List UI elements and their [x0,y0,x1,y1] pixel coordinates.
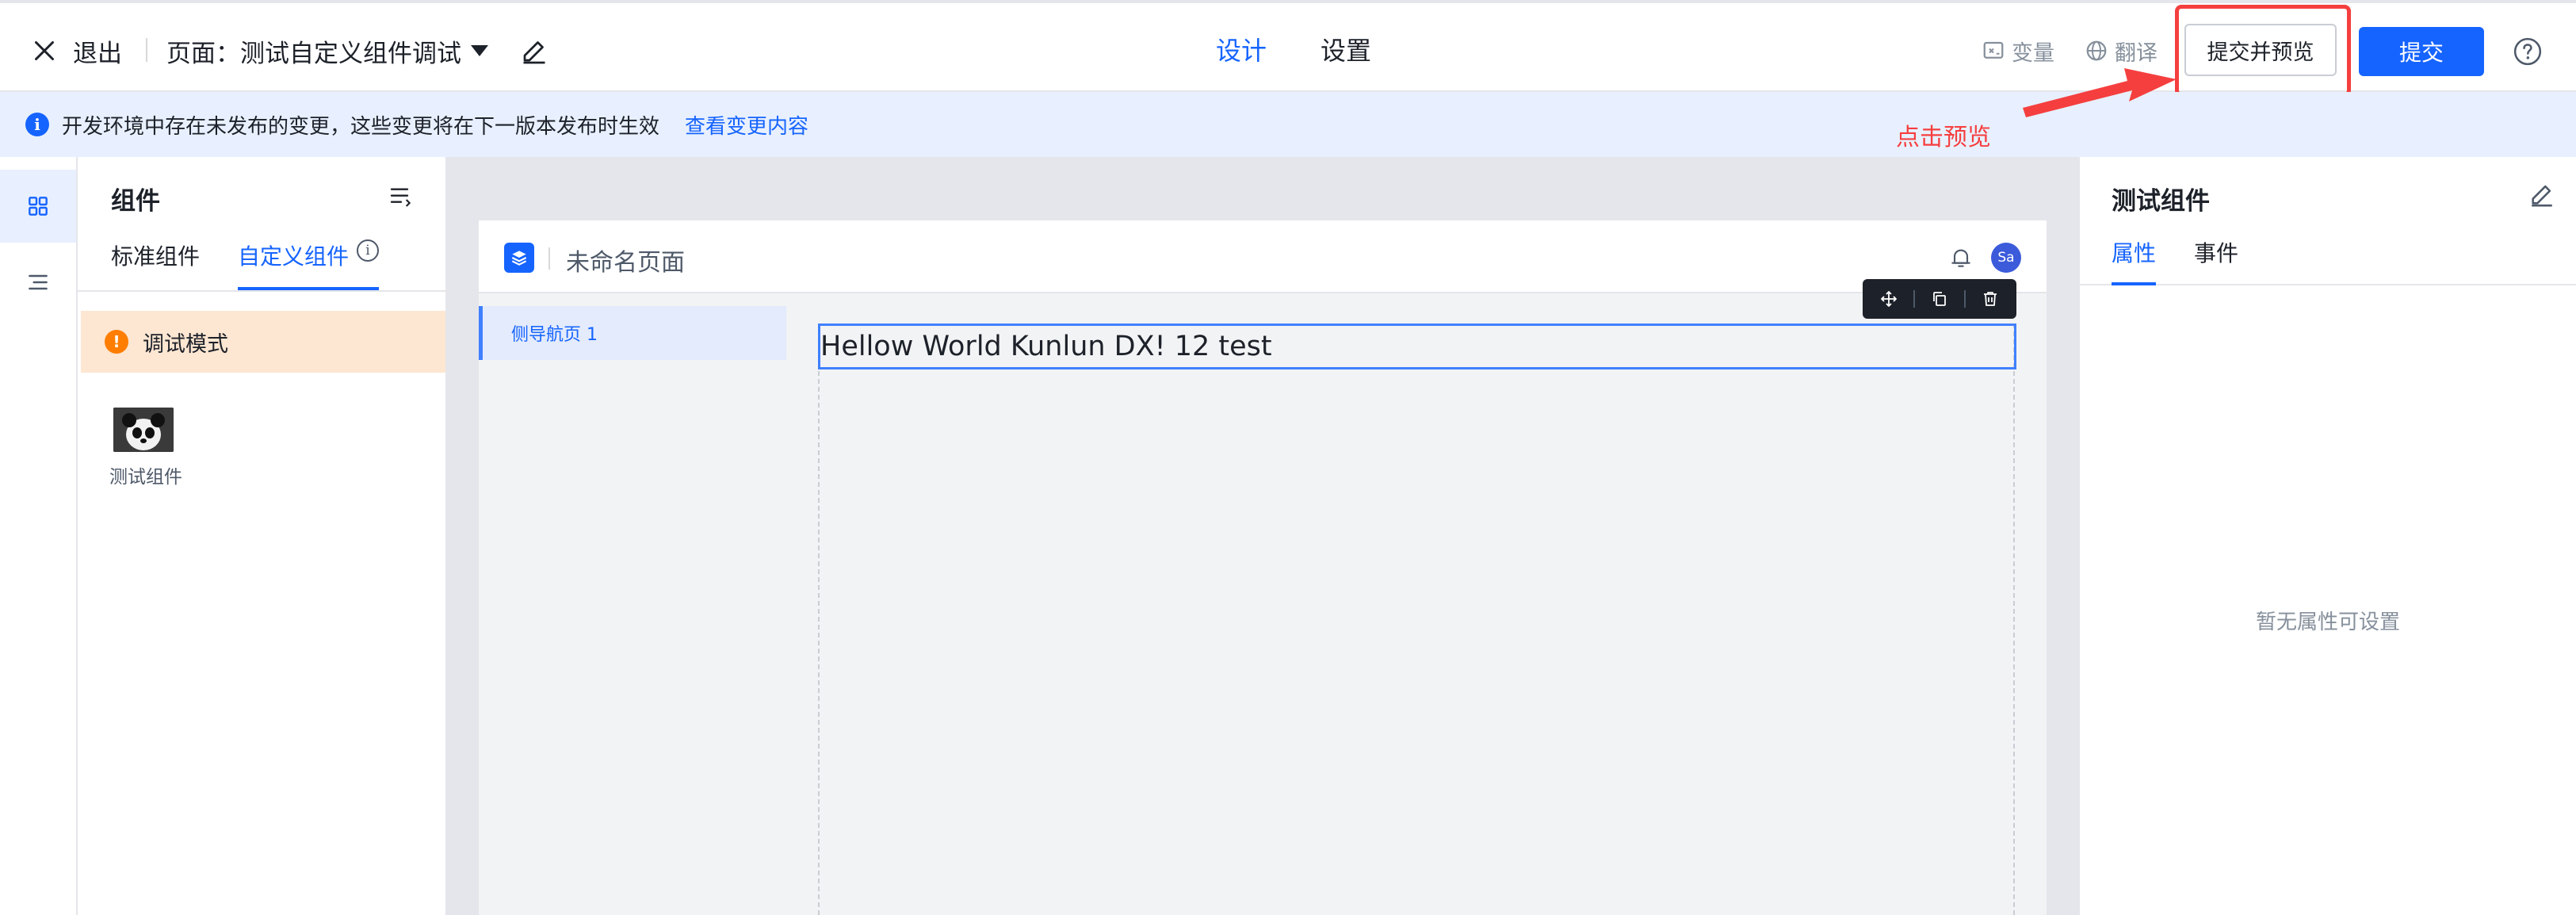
page-selector[interactable]: 页面：测试自定义组件调试 [166,32,488,70]
divider [548,247,550,270]
exit-button[interactable]: 退出 [30,32,122,70]
empty-state-text: 暂无属性可设置 [2255,611,2400,634]
info-icon: i [25,113,49,136]
copy-icon[interactable] [1928,288,1951,310]
bell-icon[interactable] [1948,244,1974,271]
tab-properties[interactable]: 属性 [2112,228,2157,285]
side-nav-label: 侧导航页 1 [511,325,598,345]
component-name: 测试组件 [109,467,182,488]
tab-standard-components[interactable]: 标准组件 [111,235,200,290]
panda-thumbnail-icon [113,408,174,452]
design-canvas: 未命名页面 Sa 侧导航页 1 Hellow World Kunlun DX! … [447,157,2078,915]
top-bar: 退出 页面：测试自定义组件调试 设计 设置 变量 翻译 提交并预览 提交 [0,0,2576,97]
variable-icon [1983,41,2004,59]
panel-title: 组件 [111,187,160,216]
submit-and-preview-button[interactable]: 提交并预览 [2184,24,2337,76]
divider [1913,290,1915,308]
preview-page-title: 未命名页面 [566,249,685,277]
annotation-arrow-icon [2023,68,2177,117]
help-icon[interactable] [2513,36,2543,67]
tab-label: 自定义组件 [238,243,350,270]
tab-label: 标准组件 [111,243,201,270]
debug-mode-banner: ! 调试模式 [81,311,445,373]
caret-down-icon [471,45,488,56]
properties-panel: 测试组件 属性 事件 暂无属性可设置 [2078,157,2576,915]
filter-list-icon[interactable] [387,184,415,209]
avatar[interactable]: Sa [1991,243,2021,273]
divider [146,38,147,62]
warning-icon: ! [105,330,128,354]
content-drop-area[interactable] [818,324,2015,915]
rail-outline-button[interactable] [0,246,76,319]
edit-icon[interactable] [520,36,548,65]
edit-icon[interactable] [2528,181,2555,208]
info-circle-icon[interactable]: i [357,239,380,262]
exit-label: 退出 [73,39,122,68]
text-component[interactable]: Hellow World Kunlun DX! 12 test [818,324,2016,369]
view-changes-link[interactable]: 查看变更内容 [685,110,808,140]
component-card[interactable]: 测试组件 [109,408,197,488]
tab-custom-components[interactable]: 自定义组件 i [238,235,380,290]
mode-tabs: 设计 设置 [1189,3,1398,97]
outline-list-icon [29,274,48,290]
annotation-text: 点击预览 [1896,124,1991,151]
preview-header: 未命名页面 Sa [479,220,2047,293]
tab-settings[interactable]: 设置 [1294,3,1398,95]
notice-message: 开发环境中存在未发布的变更，这些变更将在下一版本发布时生效 [62,114,660,139]
page-title: 页面：测试自定义组件调试 [166,39,461,68]
notice-bar: i 开发环境中存在未发布的变更，这些变更将在下一版本发布时生效 查看变更内容 [0,92,2576,157]
page-frame: 未命名页面 Sa 侧导航页 1 Hellow World Kunlun DX! … [479,220,2047,915]
debug-mode-label: 调试模式 [143,331,228,357]
submit-button[interactable]: 提交 [2359,27,2484,76]
app-logo-icon [504,243,534,273]
grid-icon [29,197,48,216]
rail-components-button[interactable] [0,170,76,243]
component-panel: 组件 标准组件 自定义组件 i ! 调试模式 测试组件 [78,157,447,915]
props-title: 测试组件 [2112,187,2210,216]
tab-events[interactable]: 事件 [2194,228,2238,285]
delete-icon[interactable] [1979,288,2001,310]
divider [1964,290,1966,308]
side-nav-item[interactable]: 侧导航页 1 [479,306,786,360]
close-icon [35,41,54,60]
tab-design[interactable]: 设计 [1189,3,1294,97]
component-tabs: 标准组件 自定义组件 i [78,220,445,292]
move-icon[interactable] [1878,288,1900,310]
left-icon-rail [0,157,78,915]
component-action-toolbar [1863,279,2016,319]
props-tabs: 属性 事件 [2080,220,2576,285]
